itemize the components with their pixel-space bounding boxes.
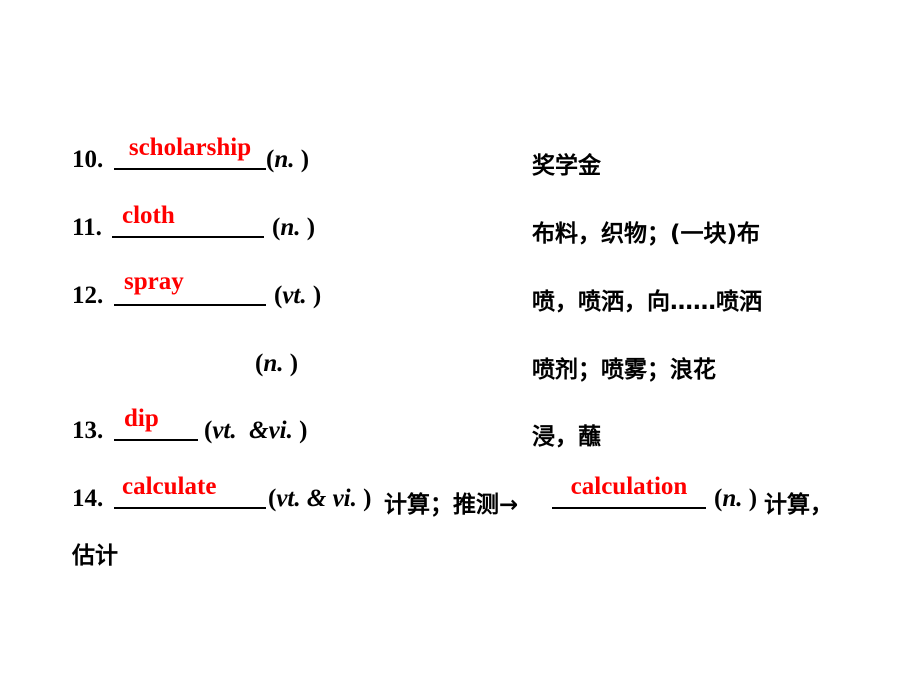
item-12b-pos: (n. ) xyxy=(255,350,299,377)
pos-text: vi. xyxy=(332,485,357,512)
item-14-meaning-a: 计算；推测→ xyxy=(384,492,519,518)
pos-text: n. xyxy=(280,214,301,241)
pos-text: vt. xyxy=(276,485,301,512)
item-11-blank: cloth xyxy=(112,202,264,243)
pos-text: n. xyxy=(722,485,743,512)
item-12-answer: spray xyxy=(124,268,184,295)
item-14-answer: calculate xyxy=(122,473,217,500)
item-10-number: 10. xyxy=(72,146,104,173)
item-10-blank: scholarship xyxy=(114,134,266,175)
item-13-answer: dip xyxy=(124,405,159,432)
item-11-answer: cloth xyxy=(122,202,175,229)
item-12-pos: (vt. ) xyxy=(274,282,322,309)
pos-text: n. xyxy=(274,146,295,173)
item-14-blank-2: calculation xyxy=(552,473,706,514)
item-11-pos: (n. ) xyxy=(272,214,316,241)
item-14-meaning-c: 估计 xyxy=(72,543,118,569)
item-12-blank: spray xyxy=(114,268,266,311)
item-14-meaning-b: 计算， xyxy=(764,492,833,518)
pos-text: vi. xyxy=(268,417,293,444)
item-12-meaning: 喷，喷洒，向……喷洒 xyxy=(532,289,762,315)
item-13-blank: dip xyxy=(114,405,198,446)
item-10-meaning: 奖学金 xyxy=(532,153,601,179)
pos-amp: & xyxy=(249,417,269,444)
item-13-meaning: 浸，蘸 xyxy=(532,424,601,450)
item-12b-meaning: 喷剂；喷雾；浪花 xyxy=(532,357,716,383)
pos-text: vt. xyxy=(212,417,237,444)
item-14-pos: (vt. & vi. ) xyxy=(268,485,372,512)
item-14-number: 14. xyxy=(72,485,104,512)
pos-text: n. xyxy=(263,350,284,377)
item-10-answer: scholarship xyxy=(128,134,252,161)
item-14-blank: calculate xyxy=(114,473,266,514)
item-11-number: 11. xyxy=(72,214,102,241)
item-13-pos: (vt. &vi. ) xyxy=(204,417,308,444)
item-14-pos-2: (n. ) xyxy=(714,485,758,512)
pos-amp: & xyxy=(306,485,327,512)
item-12-number: 12. xyxy=(72,282,104,309)
item-13-number: 13. xyxy=(72,417,104,444)
item-10-pos: (n. ) xyxy=(266,146,310,173)
pos-text: vt. xyxy=(282,282,307,309)
item-14-answer-2: calculation xyxy=(570,473,688,500)
item-11-meaning: 布料，织物；(一块)布 xyxy=(532,221,761,247)
